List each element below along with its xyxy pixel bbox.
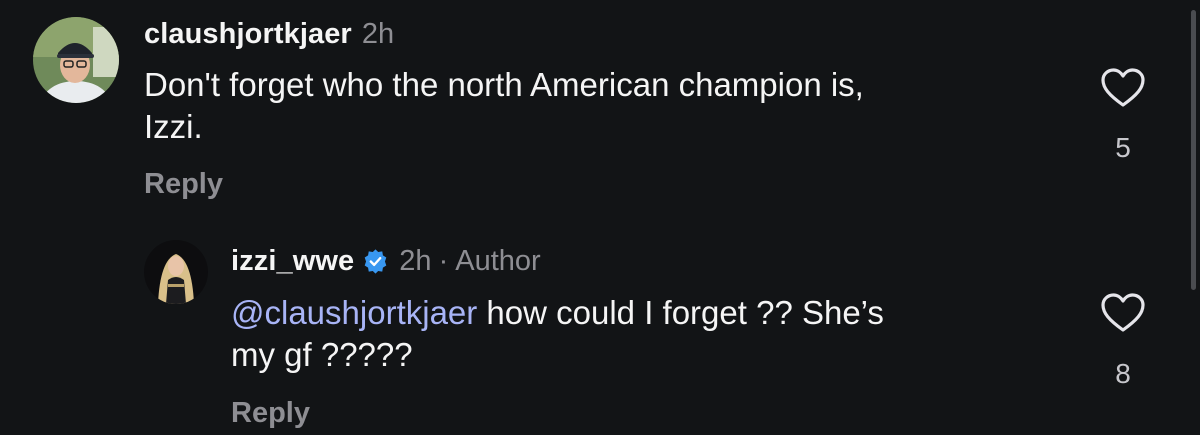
- like-count: 5: [1115, 132, 1131, 163]
- comment-header: claushjortkjaer 2h: [144, 14, 394, 54]
- reply-button[interactable]: Reply: [144, 168, 223, 201]
- timestamp: 2h: [399, 244, 432, 277]
- separator: ·: [438, 244, 449, 277]
- avatar[interactable]: [33, 17, 119, 103]
- heart-outline-icon[interactable]: [1100, 67, 1146, 109]
- comment-text: Don't forget who the north American cham…: [144, 66, 864, 145]
- comment-text: @claushjortkjaer how could I forget ?? S…: [231, 292, 1051, 376]
- avatar[interactable]: [144, 240, 208, 304]
- author-label: Author: [455, 244, 541, 277]
- scrollbar[interactable]: [1191, 10, 1196, 290]
- reply-button[interactable]: Reply: [231, 397, 310, 430]
- username[interactable]: izzi_wwe: [231, 245, 354, 278]
- comment-header: izzi_wwe 2h · Author: [231, 241, 541, 281]
- heart-outline-icon[interactable]: [1100, 292, 1146, 334]
- timestamp: 2h: [361, 17, 395, 50]
- mention-link[interactable]: @claushjortkjaer: [231, 294, 477, 331]
- verified-badge-icon: [362, 248, 389, 275]
- username[interactable]: claushjortkjaer: [144, 18, 352, 51]
- like-count: 8: [1115, 358, 1131, 389]
